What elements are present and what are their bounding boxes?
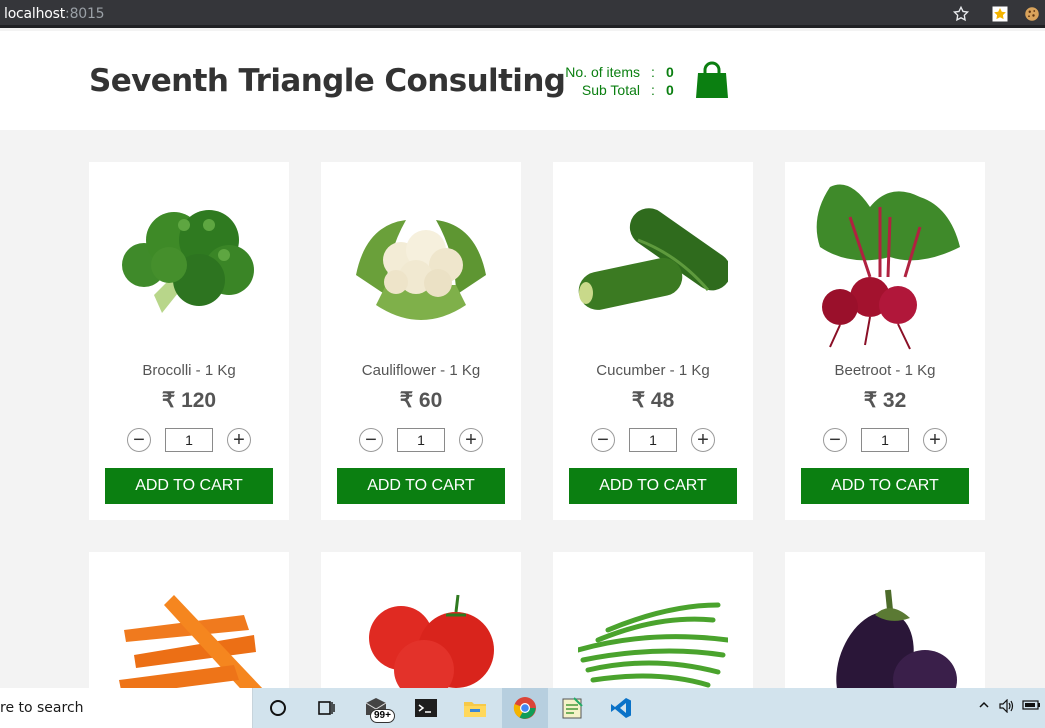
product-name: Cauliflower - 1 Kg xyxy=(361,362,481,379)
product-price: ₹ 32 xyxy=(863,389,907,412)
product-card-cauliflower: Cauliflower - 1 Kg ₹ 60 − + ADD TO CART xyxy=(321,162,521,520)
vscode-icon[interactable] xyxy=(607,694,635,722)
product-price: ₹ 48 xyxy=(631,389,675,412)
quantity-input[interactable] xyxy=(397,428,445,452)
items-label: No. of items xyxy=(565,64,640,80)
subtotal-value: 0 xyxy=(666,82,674,98)
increment-button[interactable]: + xyxy=(691,428,715,452)
product-price: ₹ 120 xyxy=(161,389,217,412)
task-view-icon[interactable] xyxy=(312,694,340,722)
chevron-up-icon[interactable] xyxy=(978,699,990,714)
broccoli-image xyxy=(114,177,264,352)
cart-summary: No. of items : 0 Sub Total : 0 xyxy=(540,63,674,99)
product-card-beetroot: Beetroot - 1 Kg ₹ 32 − + ADD TO CART xyxy=(785,162,985,520)
browser-toolbar: localhost:8015 xyxy=(0,0,1045,28)
quantity-input[interactable] xyxy=(629,428,677,452)
file-explorer-icon[interactable] xyxy=(461,694,489,722)
cucumber-image xyxy=(578,177,728,352)
quantity-stepper: − + xyxy=(591,427,715,453)
quantity-stepper: − + xyxy=(359,427,483,453)
brinjal-image xyxy=(810,560,960,700)
cart-subtotal-row: Sub Total : 0 xyxy=(540,81,674,99)
tomato-image xyxy=(346,560,496,700)
notification-badge: 99+ xyxy=(370,709,395,723)
search-placeholder: re to search xyxy=(0,700,84,716)
increment-button[interactable]: + xyxy=(227,428,251,452)
increment-button[interactable]: + xyxy=(923,428,947,452)
taskbar-search-box[interactable]: re to search xyxy=(0,688,253,728)
chrome-icon[interactable] xyxy=(511,694,539,722)
cortana-circle-icon[interactable] xyxy=(264,694,292,722)
speaker-icon[interactable] xyxy=(999,698,1015,716)
quantity-stepper: − + xyxy=(127,427,251,453)
cart-items-row: No. of items : 0 xyxy=(540,63,674,81)
product-card-cucumber: Cucumber - 1 Kg ₹ 48 − + ADD TO CART xyxy=(553,162,753,520)
product-card-brocolli: Brocolli - 1 Kg ₹ 120 − + ADD TO CART xyxy=(89,162,289,520)
add-to-cart-button[interactable]: ADD TO CART xyxy=(801,468,969,504)
cookie-icon[interactable] xyxy=(1022,4,1042,24)
product-price: ₹ 60 xyxy=(399,389,443,412)
beans-image xyxy=(578,560,728,700)
carrot-image xyxy=(114,560,264,700)
decrement-button[interactable]: − xyxy=(823,428,847,452)
windows-taskbar: re to search 99+ xyxy=(0,688,1045,728)
brand-title: Seventh Triangle Consulting xyxy=(89,63,566,99)
product-name: Beetroot - 1 Kg xyxy=(834,362,936,379)
address-bar[interactable]: localhost:8015 xyxy=(4,6,105,22)
cauliflower-image xyxy=(346,177,496,352)
subtotal-separator: : xyxy=(651,82,655,98)
decrement-button[interactable]: − xyxy=(359,428,383,452)
decrement-button[interactable]: − xyxy=(591,428,615,452)
quantity-input[interactable] xyxy=(861,428,909,452)
terminal-icon[interactable] xyxy=(412,694,440,722)
url-port: :8015 xyxy=(65,6,105,22)
quantity-input[interactable] xyxy=(165,428,213,452)
notepad-icon[interactable] xyxy=(558,694,586,722)
add-to-cart-button[interactable]: ADD TO CART xyxy=(569,468,737,504)
product-name: Cucumber - 1 Kg xyxy=(596,362,710,379)
battery-icon[interactable] xyxy=(1022,699,1042,714)
shopping-bag-icon[interactable] xyxy=(694,61,730,99)
extension-star-icon[interactable] xyxy=(990,4,1010,24)
items-count: 0 xyxy=(666,64,674,80)
site-header: Seventh Triangle Consulting No. of items… xyxy=(0,31,1045,130)
beetroot-image xyxy=(810,177,960,352)
subtotal-label: Sub Total xyxy=(581,82,640,98)
add-to-cart-button[interactable]: ADD TO CART xyxy=(337,468,505,504)
product-name: Brocolli - 1 Kg xyxy=(142,362,236,379)
url-host: localhost xyxy=(4,6,66,22)
add-to-cart-button[interactable]: ADD TO CART xyxy=(105,468,273,504)
quantity-stepper: − + xyxy=(823,427,947,453)
increment-button[interactable]: + xyxy=(459,428,483,452)
star-icon[interactable] xyxy=(951,4,971,24)
items-separator: : xyxy=(651,64,655,80)
decrement-button[interactable]: − xyxy=(127,428,151,452)
